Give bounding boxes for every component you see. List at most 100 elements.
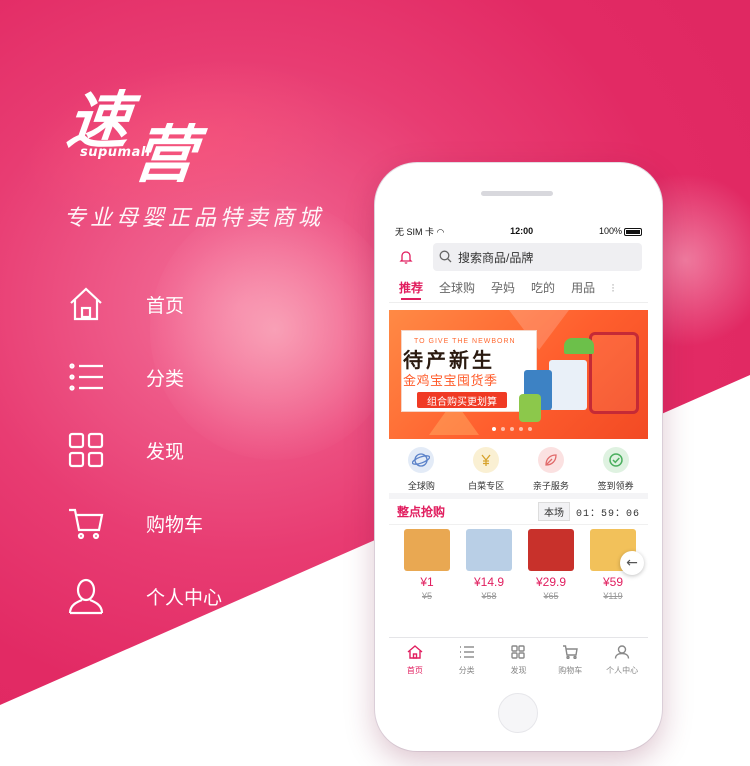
side-menu-item-profile[interactable]: 个人中心: [66, 574, 306, 618]
bottom-nav-discover[interactable]: 发现: [493, 638, 545, 677]
bottom-nav-profile[interactable]: 个人中心: [596, 638, 648, 677]
phone-speaker: [481, 191, 553, 196]
user-icon: [614, 644, 630, 663]
background-face-shape: [150, 200, 400, 460]
flash-sale-session: 本场 01：59：06: [537, 502, 640, 521]
product-price: ¥1: [420, 575, 434, 589]
carrier-text: 无 SIM 卡: [395, 226, 435, 237]
promo-banner[interactable]: TO GIVE THE NEWBORN 待产新生 金鸡宝宝囤货季 组合购买更划算: [389, 310, 648, 439]
side-menu-label: 购物车: [146, 513, 204, 536]
brand-slogan: 专业母婴正品特卖商城: [64, 206, 325, 231]
back-arrow-icon[interactable]: ←: [620, 551, 644, 575]
tab-pregnancy[interactable]: 孕妈: [491, 273, 515, 303]
grid-icon: [510, 644, 526, 663]
battery-text: 100%: [598, 226, 622, 236]
product-card[interactable]: ¥1 ¥5: [397, 529, 457, 609]
quick-link-family[interactable]: 亲子服务: [519, 439, 584, 493]
status-bar: 无 SIM 卡 ◠ 12:00 100%: [389, 221, 648, 241]
banner-cta-button[interactable]: 组合购买更划算: [417, 392, 507, 408]
product-original-price: ¥5: [421, 591, 432, 601]
product-original-price: ¥119: [603, 591, 623, 601]
search-row: 搜索商品/品牌: [389, 241, 648, 273]
pagination-dot[interactable]: [492, 427, 496, 431]
cart-icon: [562, 644, 579, 663]
pagination-dot[interactable]: [501, 427, 505, 431]
pagination-dot[interactable]: [510, 427, 514, 431]
banner-pagination: [492, 427, 532, 431]
session-badge: 本场: [537, 502, 570, 521]
bottom-nav: 首页 分类 发现 购物车 个人中心: [389, 637, 648, 677]
banner-subtitle: 金鸡宝宝囤货季: [403, 374, 498, 389]
flash-sale-header: 整点抢购 本场 01：59：06: [389, 499, 648, 525]
bottom-nav-home[interactable]: 首页: [389, 638, 441, 677]
home-icon: [407, 644, 423, 663]
bottom-nav-label: 首页: [406, 666, 423, 675]
user-icon: [66, 576, 106, 616]
side-menu-item-discover[interactable]: 发现: [66, 428, 306, 472]
pagination-dot[interactable]: [519, 427, 523, 431]
product-card[interactable]: ¥14.9 ¥58: [459, 529, 519, 609]
bottom-nav-cart[interactable]: 购物车: [544, 638, 596, 677]
flash-sale-title: 整点抢购: [397, 505, 446, 519]
product-image: [404, 529, 450, 571]
bottom-nav-category[interactable]: 分类: [441, 638, 493, 677]
bell-icon[interactable]: [395, 249, 417, 265]
countdown-timer: 01：59：06: [575, 508, 640, 520]
search-icon: [439, 248, 452, 267]
bottom-nav-label: 个人中心: [606, 666, 639, 675]
category-tabs: 推荐 全球购 孕妈 吃的 用品 ⁝: [389, 273, 648, 303]
quick-link-label: 亲子服务: [532, 481, 569, 491]
side-menu-label: 首页: [146, 294, 185, 317]
leaf-icon: [537, 447, 564, 473]
banner-stroller-image: [589, 332, 639, 414]
check-icon: [602, 447, 629, 473]
product-original-price: ¥65: [543, 591, 559, 601]
side-menu-item-category[interactable]: 分类: [66, 355, 306, 399]
quick-links: 全球购 白菜专区 亲子服务 签到领券: [389, 439, 648, 499]
search-input[interactable]: 搜索商品/品牌: [433, 243, 642, 271]
quick-link-label: 白菜专区: [468, 481, 505, 491]
side-menu-label: 个人中心: [146, 586, 223, 609]
quick-link-bargain[interactable]: 白菜专区: [454, 439, 519, 493]
tab-supplies[interactable]: 用品: [571, 273, 595, 303]
product-original-price: ¥58: [481, 591, 497, 601]
product-image: [528, 529, 574, 571]
battery-icon: [623, 227, 642, 236]
phone-mockup: 无 SIM 卡 ◠ 12:00 100% 搜索商品/品牌 推荐 全球购 孕妈 吃…: [375, 163, 662, 751]
yen-icon: [473, 447, 500, 473]
banner-milk-box-image: [549, 360, 587, 410]
tabs-overflow-indicator[interactable]: ⁝: [611, 281, 615, 295]
flash-sale-products: ¥1 ¥5 ¥14.9 ¥58 ¥29.9 ¥65 ¥59 ¥119: [389, 525, 648, 609]
tab-recommend[interactable]: 推荐: [399, 273, 423, 303]
product-price: ¥29.9: [535, 575, 567, 589]
product-image: [466, 529, 512, 571]
quick-link-label: 全球购: [407, 481, 435, 491]
status-battery: 100%: [599, 226, 642, 236]
quick-link-global[interactable]: 全球购: [389, 439, 454, 493]
tab-food[interactable]: 吃的: [531, 273, 555, 303]
bottom-nav-label: 发现: [510, 666, 527, 675]
bottom-nav-label: 购物车: [558, 666, 583, 675]
search-placeholder: 搜索商品/品牌: [458, 250, 534, 265]
wifi-icon: ◠: [436, 226, 445, 237]
status-carrier: 无 SIM 卡 ◠: [395, 225, 444, 238]
tab-global[interactable]: 全球购: [439, 273, 475, 303]
product-price: ¥14.9: [473, 575, 505, 589]
banner-toy-image: [564, 338, 594, 354]
globe-icon: [408, 447, 435, 473]
status-time: 12:00: [510, 226, 534, 236]
product-price: ¥59: [602, 575, 624, 589]
phone-home-button[interactable]: [498, 693, 538, 733]
side-menu-label: 发现: [146, 440, 185, 463]
phone-screen: 无 SIM 卡 ◠ 12:00 100% 搜索商品/品牌 推荐 全球购 孕妈 吃…: [389, 221, 648, 677]
quick-link-checkin[interactable]: 签到领券: [583, 439, 648, 493]
quick-link-label: 签到领券: [597, 481, 634, 491]
list-icon: [459, 644, 475, 663]
cart-icon: [66, 503, 106, 543]
side-menu-item-cart[interactable]: 购物车: [66, 501, 306, 545]
pagination-dot[interactable]: [528, 427, 532, 431]
product-card[interactable]: ¥29.9 ¥65: [521, 529, 581, 609]
banner-can-image: [519, 394, 541, 422]
brand-logo-latin: supumall: [80, 145, 151, 160]
side-menu-item-home[interactable]: 首页: [66, 282, 306, 326]
